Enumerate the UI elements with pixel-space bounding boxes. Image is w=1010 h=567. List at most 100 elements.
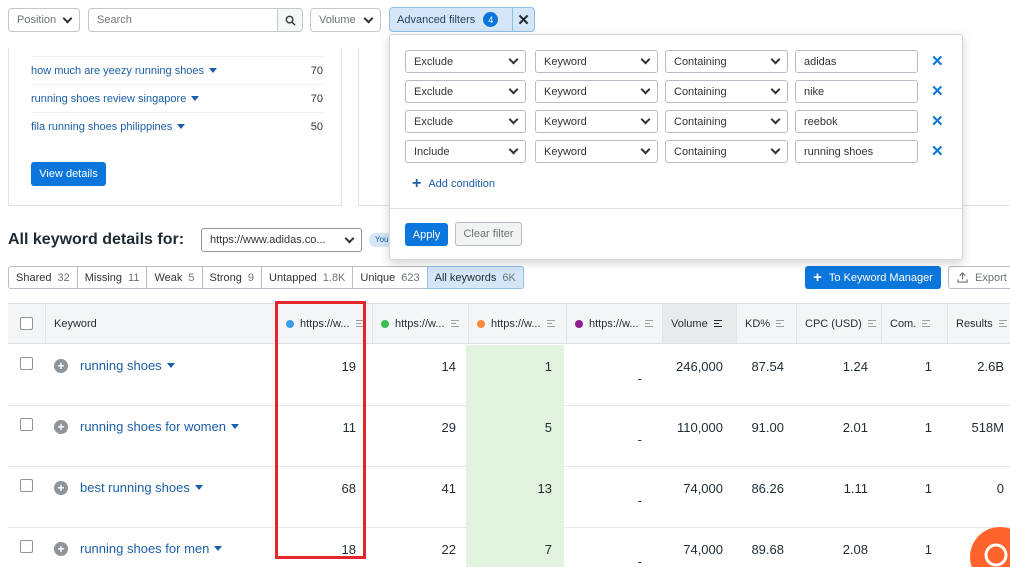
position-cell: - xyxy=(637,432,642,447)
tab-label: Unique xyxy=(360,271,396,284)
add-keyword-icon[interactable]: + xyxy=(54,358,68,373)
column-header-keyword[interactable]: Keyword xyxy=(45,304,277,343)
condition-mode-select[interactable]: Exclude xyxy=(405,80,526,103)
remove-condition-icon[interactable]: ✕ xyxy=(931,112,944,130)
condition-operator-select[interactable]: Containing xyxy=(665,80,788,103)
card-partial xyxy=(962,48,1010,206)
row-checkbox[interactable] xyxy=(20,357,33,370)
sort-icon[interactable] xyxy=(546,320,555,327)
clear-filter-button[interactable]: Clear filter xyxy=(455,222,522,246)
condition-field-select[interactable]: Keyword xyxy=(535,80,658,103)
condition-operator-select[interactable]: Containing xyxy=(665,110,788,133)
search-box[interactable] xyxy=(88,8,278,32)
condition-value-input[interactable]: adidas xyxy=(795,50,918,73)
keyword-link[interactable]: running shoes review singapore xyxy=(31,93,186,105)
condition-value-input[interactable]: running shoes xyxy=(795,140,918,163)
search-button[interactable] xyxy=(277,8,303,32)
keyword-link[interactable]: fila running shoes philippines xyxy=(31,121,172,133)
row-checkbox[interactable] xyxy=(20,540,33,553)
condition-field-select[interactable]: Keyword xyxy=(535,110,658,133)
caret-down-icon[interactable] xyxy=(194,485,203,490)
condition-field-select[interactable]: Keyword xyxy=(535,140,658,163)
tab-label: All keywords xyxy=(434,271,497,284)
column-header-cpc[interactable]: CPC (USD) xyxy=(796,304,881,343)
remove-condition-icon[interactable]: ✕ xyxy=(931,82,944,100)
column-header-domain-2[interactable]: https://w... xyxy=(372,304,468,343)
column-header-volume[interactable]: Volume xyxy=(662,304,736,343)
to-keyword-manager-button[interactable]: + To Keyword Manager xyxy=(805,266,941,289)
sort-icon[interactable] xyxy=(644,320,653,327)
kd-cell: 89.68 xyxy=(751,542,784,557)
condition-mode-select[interactable]: Include xyxy=(405,140,526,163)
apply-button[interactable]: Apply xyxy=(405,223,448,246)
column-header-com[interactable]: Com. xyxy=(881,304,947,343)
keyword-link[interactable]: best running shoes xyxy=(80,480,190,495)
remove-condition-icon[interactable]: ✕ xyxy=(931,52,944,70)
tab-shared[interactable]: Shared 32 xyxy=(8,266,78,289)
column-header-domain-4[interactable]: https://w... xyxy=(566,304,662,343)
caret-down-icon[interactable] xyxy=(209,68,218,73)
tab-weak[interactable]: Weak 5 xyxy=(146,266,203,289)
sort-icon[interactable] xyxy=(922,320,931,327)
position-cell: 7 xyxy=(544,542,552,557)
column-header-kd[interactable]: KD% xyxy=(736,304,796,343)
add-keyword-icon[interactable]: + xyxy=(54,541,68,556)
condition-field-select[interactable]: Keyword xyxy=(535,50,658,73)
row-checkbox[interactable] xyxy=(20,418,33,431)
keyword-segment-tabs: Shared 32 Missing 11 Weak 5 Strong 9 Untappe… xyxy=(8,266,524,289)
condition-mode-select[interactable]: Exclude xyxy=(405,110,526,133)
view-details-button[interactable]: View details xyxy=(31,162,106,186)
add-condition-label: Add condition xyxy=(428,178,496,190)
tab-untapped[interactable]: Untapped 1.8K xyxy=(261,266,354,289)
tab-label: Missing xyxy=(84,271,123,284)
table-header: Keyword https://w... https://w... https:… xyxy=(8,303,1010,344)
position-filter[interactable]: Position xyxy=(8,8,80,32)
condition-field-value: Keyword xyxy=(544,85,587,98)
advanced-filters-button[interactable]: Advanced filters 4 xyxy=(389,7,513,32)
clear-advanced-filters-button[interactable]: ✕ xyxy=(512,7,535,32)
sort-icon[interactable] xyxy=(713,320,722,327)
condition-value-input[interactable]: reebok xyxy=(795,110,918,133)
row-checkbox[interactable] xyxy=(20,479,33,492)
add-condition-button[interactable]: + Add condition xyxy=(412,175,495,193)
keyword-link[interactable]: how much are yeezy running shoes xyxy=(31,65,204,77)
table-row: + best running shoes 68 41 13 - 74,000 86… xyxy=(8,467,1010,528)
column-header-results[interactable]: Results xyxy=(947,304,1010,343)
caret-down-icon[interactable] xyxy=(230,424,239,429)
condition-operator-select[interactable]: Containing xyxy=(665,140,788,163)
add-keyword-icon[interactable]: + xyxy=(54,480,68,495)
condition-operator-select[interactable]: Containing xyxy=(665,50,788,73)
search-input[interactable] xyxy=(97,14,269,26)
header-label: KD% xyxy=(745,317,771,330)
column-header-domain-3[interactable]: https://w... xyxy=(468,304,566,343)
remove-condition-icon[interactable]: ✕ xyxy=(931,142,944,160)
keyword-link[interactable]: running shoes xyxy=(80,358,162,373)
select-all-checkbox[interactable] xyxy=(20,317,33,330)
sort-icon[interactable] xyxy=(867,320,876,327)
kd-cell: 87.54 xyxy=(751,359,784,374)
caret-down-icon[interactable] xyxy=(214,546,223,551)
tab-missing[interactable]: Missing 11 xyxy=(76,266,148,289)
sort-icon[interactable] xyxy=(450,320,459,327)
keyword-link[interactable]: running shoes for men xyxy=(80,541,209,556)
tab-label: Untapped xyxy=(269,271,317,284)
volume-filter[interactable]: Volume xyxy=(310,8,381,32)
sort-icon[interactable] xyxy=(776,320,785,327)
caret-down-icon[interactable] xyxy=(191,96,200,101)
condition-value-input[interactable]: nike xyxy=(795,80,918,103)
domain-select[interactable]: https://www.adidas.co... xyxy=(201,228,362,252)
condition-mode-select[interactable]: Exclude xyxy=(405,50,526,73)
add-keyword-icon[interactable]: + xyxy=(54,419,68,434)
sort-icon[interactable] xyxy=(998,320,1007,327)
condition-field-value: Keyword xyxy=(544,115,587,128)
tab-all-keywords[interactable]: All keywords 6K xyxy=(426,266,524,289)
caret-down-icon[interactable] xyxy=(166,363,175,368)
volume-cell: 74,000 xyxy=(683,481,723,496)
tab-unique[interactable]: Unique 623 xyxy=(352,266,428,289)
keyword-link[interactable]: running shoes for women xyxy=(80,419,226,434)
export-button[interactable]: Export xyxy=(948,266,1010,289)
caret-down-icon[interactable] xyxy=(177,124,186,129)
tab-strong[interactable]: Strong 9 xyxy=(201,266,263,289)
highlight-box xyxy=(275,301,366,559)
position-cell: - xyxy=(637,371,642,386)
